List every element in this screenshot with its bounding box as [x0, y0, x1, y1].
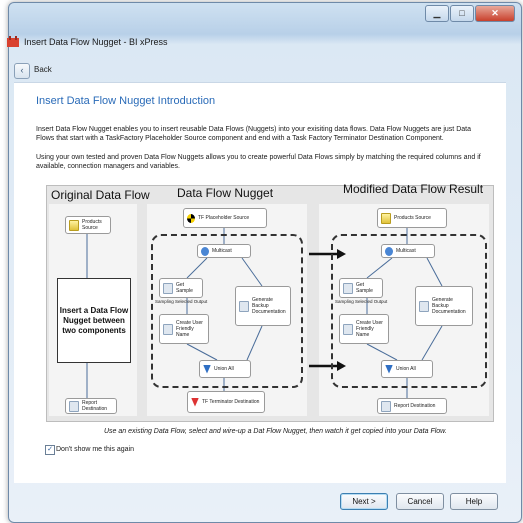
placeholder-icon	[187, 213, 195, 223]
create-user-node: Create User Friendly Name	[159, 314, 209, 344]
app-icon	[7, 36, 19, 47]
details-paragraph: Using your own tested and proven Data Fl…	[36, 154, 481, 170]
tf-terminator-node: TF Terminator Destination	[187, 391, 265, 413]
minimize-button[interactable]: ▁	[425, 5, 449, 22]
products-source-node-result: Products Source	[377, 208, 447, 228]
cancel-button[interactable]: Cancel	[396, 493, 444, 510]
sample-icon	[163, 282, 173, 294]
checkmark-icon: ✓	[47, 446, 53, 453]
script-icon	[419, 300, 429, 312]
union-all-node-result: Union All	[381, 360, 433, 378]
terminator-icon	[191, 397, 199, 407]
report-icon	[381, 400, 391, 412]
sampling-output-label: Sampling Selected Output	[155, 299, 208, 304]
chevron-left-icon: ‹	[20, 65, 24, 75]
back-label[interactable]: Back	[34, 65, 52, 74]
generate-backup-node: Generate Backup Documentation	[235, 286, 291, 326]
script-icon	[343, 323, 353, 335]
multicast-icon	[385, 246, 393, 256]
database-icon	[69, 219, 79, 231]
help-button[interactable]: Help	[450, 493, 498, 510]
script-icon	[239, 300, 249, 312]
multicast-node: Multicast	[197, 244, 251, 258]
data-flow-diagram: Original Data Flow Data Flow Nugget Modi…	[46, 182, 494, 422]
sampling-output-label-result: Sampling Selected Output	[335, 299, 388, 304]
union-icon	[203, 364, 211, 374]
content-panel: Insert Data Flow Nugget Introduction Ins…	[14, 82, 506, 483]
create-user-node-result: Create User Friendly Name	[339, 314, 389, 344]
insert-nugget-box: Insert a Data Flow Nugget between two co…	[57, 278, 131, 363]
generate-backup-node-result: Generate Backup Documentation	[415, 286, 473, 326]
dont-show-label[interactable]: Don't show me this again	[56, 446, 134, 453]
union-all-node: Union All	[199, 360, 251, 378]
tf-placeholder-node: TF Placeholder Source	[183, 208, 267, 228]
multicast-node-result: Multicast	[381, 244, 435, 258]
maximize-button[interactable]: □	[450, 5, 474, 22]
back-button[interactable]: ‹	[14, 63, 30, 79]
window-controls: ▁ □ ✕	[425, 5, 515, 22]
page-title: Insert Data Flow Nugget Introduction	[36, 95, 216, 107]
products-source-node: Products Source	[65, 216, 111, 234]
window-title: Insert Data Flow Nugget - BI xPress	[24, 37, 168, 47]
report-destination-node-result: Report Destination	[377, 398, 447, 414]
get-sample-node: Get Sample	[159, 278, 203, 298]
database-icon	[381, 212, 391, 224]
report-icon	[69, 400, 79, 412]
diagram-caption: Use an existing Data Flow, select and wi…	[104, 428, 447, 435]
next-button[interactable]: Next >	[340, 493, 388, 510]
get-sample-node-result: Get Sample	[339, 278, 383, 298]
multicast-icon	[201, 246, 209, 256]
footer-bar	[0, 484, 523, 520]
dont-show-checkbox[interactable]: ✓	[45, 445, 55, 455]
sample-icon	[343, 282, 353, 294]
intro-paragraph: Insert Data Flow Nugget enables you to i…	[36, 126, 471, 142]
report-destination-node: Report Destination	[65, 398, 117, 414]
script-icon	[163, 323, 173, 335]
union-icon	[385, 364, 393, 374]
close-button[interactable]: ✕	[475, 5, 515, 22]
